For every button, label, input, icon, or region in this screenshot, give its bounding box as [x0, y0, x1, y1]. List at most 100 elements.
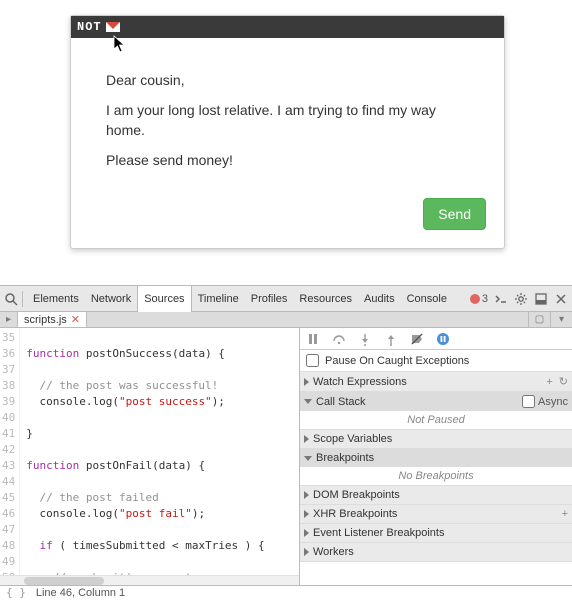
dropdown-icon[interactable]: ▾: [550, 312, 572, 327]
devtools-tab-network[interactable]: Network: [85, 286, 137, 312]
section-label: Scope Variables: [313, 433, 392, 445]
code-line[interactable]: }: [26, 426, 299, 442]
pause-on-caught-label: Pause On Caught Exceptions: [325, 355, 469, 367]
code-line[interactable]: [26, 442, 299, 458]
devtools-tabbar: ElementsNetworkSourcesTimelineProfilesRe…: [0, 286, 572, 312]
section-label: Call Stack: [316, 396, 366, 408]
search-icon[interactable]: [4, 292, 18, 306]
mail-icon: [106, 22, 120, 32]
pause-on-exceptions-icon[interactable]: [436, 332, 450, 346]
step-over-icon[interactable]: [332, 332, 346, 346]
section-label: Event Listener Breakpoints: [313, 527, 444, 539]
code-line[interactable]: [26, 554, 299, 570]
async-label: Async: [538, 396, 568, 408]
section-event-header[interactable]: Event Listener Breakpoints: [300, 524, 572, 542]
code-line[interactable]: [26, 410, 299, 426]
devtools-tab-console[interactable]: Console: [401, 286, 453, 312]
error-count-badge[interactable]: 3: [470, 293, 488, 305]
devtools-workspace: 3536373839404142434445464748495051525354…: [0, 328, 572, 585]
refresh-watch-icon[interactable]: ↻: [559, 375, 568, 388]
pause-on-caught-row: Pause On Caught Exceptions: [300, 350, 572, 372]
debugger-sidebar: Pause On Caught Exceptions Watch Express…: [300, 328, 572, 584]
file-tab-label: scripts.js: [24, 314, 67, 326]
async-checkbox[interactable]: [522, 395, 535, 408]
status-bar: { } Line 46, Column 1: [0, 586, 572, 600]
code-line[interactable]: [26, 362, 299, 378]
code-line[interactable]: [26, 474, 299, 490]
add-xhr-icon[interactable]: +: [562, 508, 568, 520]
navigator-toggle-icon[interactable]: ▸: [0, 312, 18, 327]
code-line[interactable]: console.log("post success");: [26, 394, 299, 410]
line-gutter: 3536373839404142434445464748495051525354…: [0, 328, 20, 584]
section-breakpoints: Breakpoints No Breakpoints: [300, 449, 572, 486]
section-label: DOM Breakpoints: [313, 489, 400, 501]
code-line[interactable]: // the post was successful!: [26, 378, 299, 394]
email-line: Please send money!: [106, 150, 469, 170]
section-scope-header[interactable]: Scope Variables: [300, 430, 572, 448]
section-xhr-header[interactable]: XHR Breakpoints +: [300, 505, 572, 523]
add-watch-icon[interactable]: +: [546, 376, 552, 388]
triangle-right-icon: [304, 529, 309, 537]
console-toggle-icon[interactable]: [494, 292, 508, 306]
triangle-right-icon: [304, 378, 309, 386]
section-label: XHR Breakpoints: [313, 508, 397, 520]
callstack-body: Not Paused: [300, 411, 572, 429]
code-line[interactable]: console.log("post fail");: [26, 506, 299, 522]
code-content[interactable]: function postOnSuccess(data) { // the po…: [20, 328, 299, 584]
code-editor[interactable]: 3536373839404142434445464748495051525354…: [0, 328, 300, 584]
breakpoints-body: No Breakpoints: [300, 467, 572, 485]
devtools-tab-sources[interactable]: Sources: [137, 286, 191, 312]
history-back-icon[interactable]: ▢: [528, 312, 550, 327]
pause-on-caught-checkbox[interactable]: [306, 354, 319, 367]
triangle-right-icon: [304, 491, 309, 499]
section-callstack-header[interactable]: Call Stack Async: [300, 392, 572, 411]
code-line[interactable]: // the post failed: [26, 490, 299, 506]
send-button[interactable]: Send: [423, 198, 486, 230]
devtools-tab-resources[interactable]: Resources: [293, 286, 358, 312]
gear-icon[interactable]: [514, 292, 528, 306]
section-label: Breakpoints: [316, 452, 374, 464]
code-line[interactable]: function postOnSuccess(data) {: [26, 346, 299, 362]
pretty-print-icon[interactable]: { }: [6, 586, 26, 599]
email-header: NOT: [71, 16, 504, 38]
error-count: 3: [482, 293, 488, 305]
section-xhr-breakpoints: XHR Breakpoints +: [300, 505, 572, 524]
code-line[interactable]: [26, 522, 299, 538]
email-line: I am your long lost relative. I am tryin…: [106, 100, 469, 140]
section-event-listener-bp: Event Listener Breakpoints: [300, 524, 572, 543]
pause-icon[interactable]: [306, 332, 320, 346]
file-tab[interactable]: scripts.js ✕: [18, 312, 87, 327]
dock-icon[interactable]: [534, 292, 548, 306]
section-workers-header[interactable]: Workers: [300, 543, 572, 561]
cursor-position: Line 46, Column 1: [36, 587, 125, 599]
file-tabbar: ▸ scripts.js ✕ ▢ ▾: [0, 312, 572, 328]
triangle-right-icon: [304, 510, 309, 518]
email-actions: Send: [71, 198, 504, 248]
horizontal-scrollbar[interactable]: [0, 575, 299, 585]
code-line[interactable]: [26, 330, 299, 346]
email-line: Dear cousin,: [106, 70, 469, 90]
deactivate-breakpoints-icon[interactable]: [410, 332, 424, 346]
devtools-tab-elements[interactable]: Elements: [27, 286, 85, 312]
triangle-right-icon: [304, 548, 309, 556]
section-watch: Watch Expressions + ↻: [300, 372, 572, 392]
step-into-icon[interactable]: [358, 332, 372, 346]
step-out-icon[interactable]: [384, 332, 398, 346]
close-icon[interactable]: [554, 292, 568, 306]
email-body: Dear cousin, I am your long lost relativ…: [71, 38, 504, 198]
section-label: Workers: [313, 546, 354, 558]
section-dom-header[interactable]: DOM Breakpoints: [300, 486, 572, 504]
debugger-toolbar: [300, 328, 572, 350]
devtools-tab-timeline[interactable]: Timeline: [192, 286, 245, 312]
close-tab-icon[interactable]: ✕: [71, 313, 80, 326]
triangle-right-icon: [304, 435, 309, 443]
section-breakpoints-header[interactable]: Breakpoints: [300, 449, 572, 467]
section-callstack: Call Stack Async Not Paused: [300, 392, 572, 430]
devtools-tab-profiles[interactable]: Profiles: [245, 286, 294, 312]
separator: [22, 291, 23, 307]
code-line[interactable]: function postOnFail(data) {: [26, 458, 299, 474]
section-watch-header[interactable]: Watch Expressions + ↻: [300, 372, 572, 391]
devtools-tab-audits[interactable]: Audits: [358, 286, 401, 312]
section-dom-breakpoints: DOM Breakpoints: [300, 486, 572, 505]
code-line[interactable]: if ( timesSubmitted < maxTries ) {: [26, 538, 299, 554]
